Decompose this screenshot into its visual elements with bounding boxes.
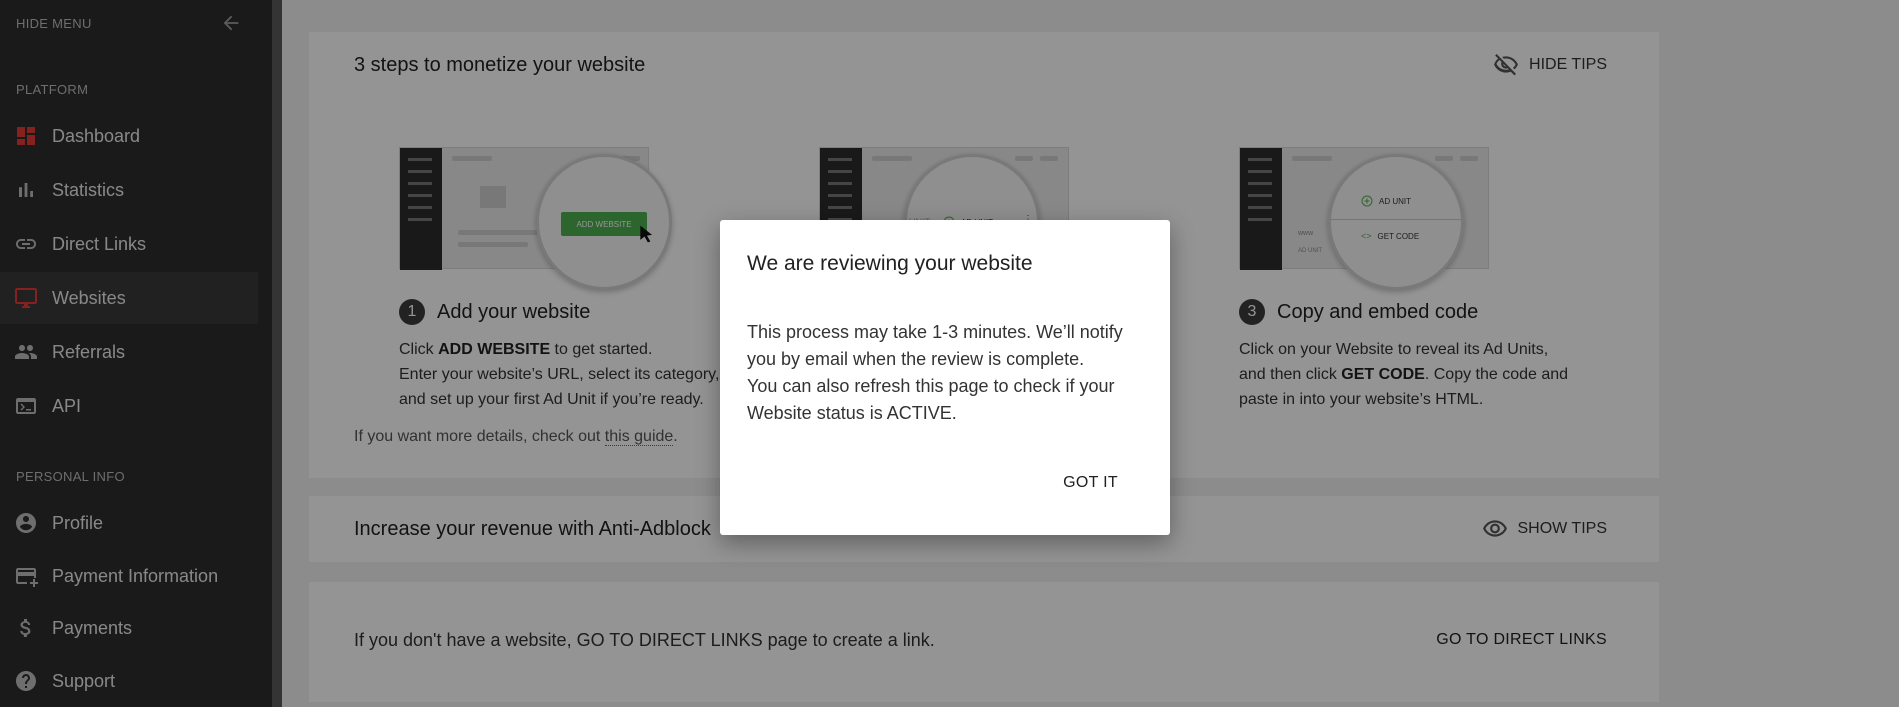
dialog-body: This process may take 1-3 minutes. We’ll… <box>747 322 1123 423</box>
review-dialog: We are reviewing your website This proce… <box>720 220 1170 535</box>
dialog-title: We are reviewing your website <box>747 252 1033 275</box>
got-it-button[interactable]: GOT IT <box>1063 474 1118 492</box>
